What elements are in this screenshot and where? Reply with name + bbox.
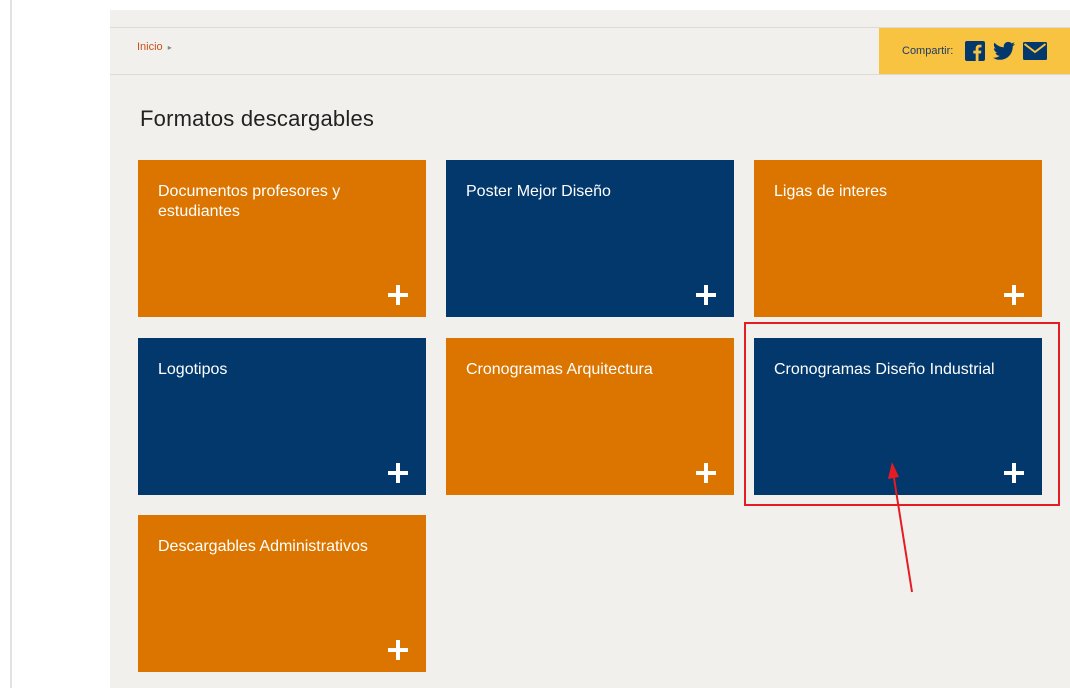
share-label: Compartir: (902, 45, 954, 57)
plus-icon (388, 285, 408, 305)
facebook-icon[interactable] (965, 41, 986, 61)
twitter-icon[interactable] (993, 41, 1016, 61)
tile-documentos-profesores[interactable]: Documentos profesores y estudiantes (138, 160, 426, 317)
tile-logotipos[interactable]: Logotipos (138, 338, 426, 495)
plus-icon (388, 640, 408, 660)
tile-label: Ligas de interes (774, 183, 887, 200)
breadcrumb: Inicio ▸ (137, 41, 172, 53)
mail-icon[interactable] (1023, 42, 1048, 60)
left-divider (10, 0, 12, 688)
tile-label: Cronogramas Arquitectura (466, 361, 653, 378)
tile-label: Descargables Administrativos (158, 538, 368, 555)
share-bar: Compartir: (879, 28, 1070, 74)
page-title: Formatos descargables (140, 106, 375, 131)
tile-descargables-administrativos[interactable]: Descargables Administrativos (138, 515, 426, 672)
breadcrumb-home-link[interactable]: Inicio (137, 41, 163, 53)
plus-icon (388, 463, 408, 483)
tile-label: Cronogramas Diseño Industrial (774, 361, 995, 378)
tile-poster-mejor-diseno[interactable]: Poster Mejor Diseño (446, 160, 734, 317)
tile-cronogramas-diseno-industrial[interactable]: Cronogramas Diseño Industrial (754, 338, 1042, 495)
tile-label: Poster Mejor Diseño (466, 183, 611, 200)
plus-icon (696, 285, 716, 305)
plus-icon (1004, 463, 1024, 483)
tile-label: Logotipos (158, 361, 228, 378)
plus-icon (1004, 285, 1024, 305)
tile-cronogramas-arquitectura[interactable]: Cronogramas Arquitectura (446, 338, 734, 495)
breadcrumb-separator-icon: ▸ (167, 42, 172, 52)
plus-icon (696, 463, 716, 483)
tile-ligas-de-interes[interactable]: Ligas de interes (754, 160, 1042, 317)
tile-label: Documentos profesores y estudiantes (158, 183, 341, 220)
top-bar: Inicio ▸ Compartir: (110, 27, 1070, 75)
